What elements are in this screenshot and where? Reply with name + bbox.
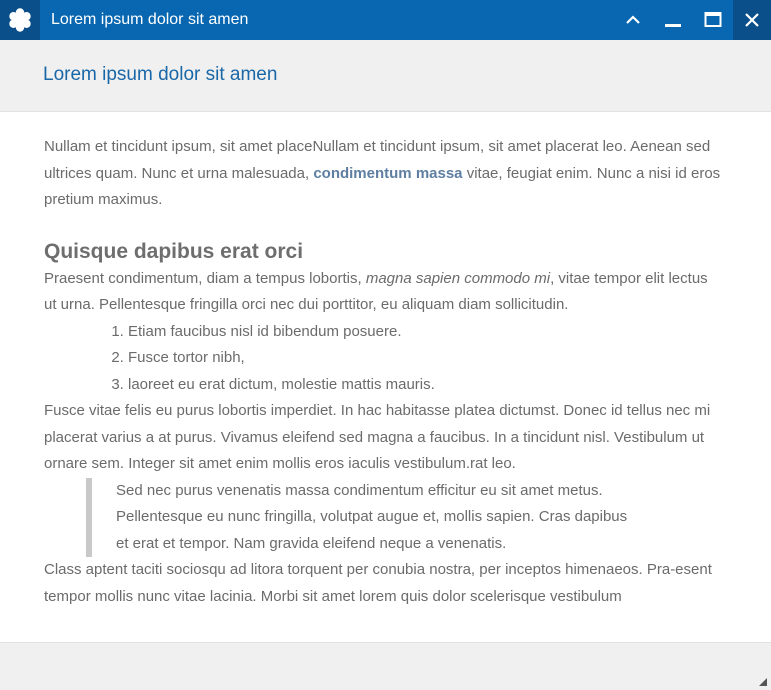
list-item: laoreet eu erat dictum, molestie mattis … [128, 372, 724, 399]
list-item: Fusce tortor nibh, [128, 345, 724, 372]
bold-emphasis: condimentum massa [313, 164, 463, 182]
intro-paragraph: Nullam et tincidunt ipsum, sit amet plac… [44, 134, 724, 214]
blockquote: Sed nec purus venenatis massa condimentu… [86, 477, 724, 557]
chevron-up-icon [626, 15, 640, 24]
dialog-header: Lorem ipsum dolor sit amen [0, 40, 771, 112]
italic-emphasis: magna sapien commodo mi [365, 269, 551, 287]
numbered-list: Etiam faucibus nisl id bibendum posuere.… [44, 319, 724, 399]
minimize-icon [665, 24, 681, 27]
window-titlebar: Lorem ipsum dolor sit amen [0, 0, 771, 40]
paragraph-2: Praesent condimentum, diam a tempus lobo… [44, 266, 724, 319]
window-title: Lorem ipsum dolor sit amen [51, 11, 249, 28]
quote-line: Pellentesque eu nunc fringilla, volutpat… [116, 508, 628, 525]
paragraph-3: Fusce vitae felis eu purus lobortis impe… [44, 402, 711, 472]
collapse-button[interactable] [613, 0, 653, 40]
close-button[interactable] [733, 0, 771, 40]
maximize-button[interactable] [693, 0, 733, 40]
quote-line: et erat et tempor. Nam gravida eleifend … [116, 534, 507, 552]
paragraph-2-start: Praesent condimentum, diam a tempus lobo… [44, 269, 366, 287]
quote-line: Sed nec purus venenatis massa condimentu… [116, 481, 603, 499]
article-content[interactable]: Nullam et tincidunt ipsum, sit amet plac… [44, 112, 724, 642]
app-asterisk-icon [0, 0, 40, 40]
paragraph-4: Class aptent taciti sociosqu ad litora t… [44, 561, 712, 605]
dialog-heading: Lorem ipsum dolor sit amen [43, 64, 278, 85]
dialog-footer [0, 642, 771, 690]
resize-grip-icon[interactable] [759, 678, 767, 686]
section-heading: Quisque dapibus erat orci [44, 239, 304, 263]
list-item: Etiam faucibus nisl id bibendum posuere. [128, 319, 724, 346]
maximize-icon [704, 12, 722, 27]
close-icon [745, 13, 759, 27]
minimize-button[interactable] [653, 0, 693, 40]
